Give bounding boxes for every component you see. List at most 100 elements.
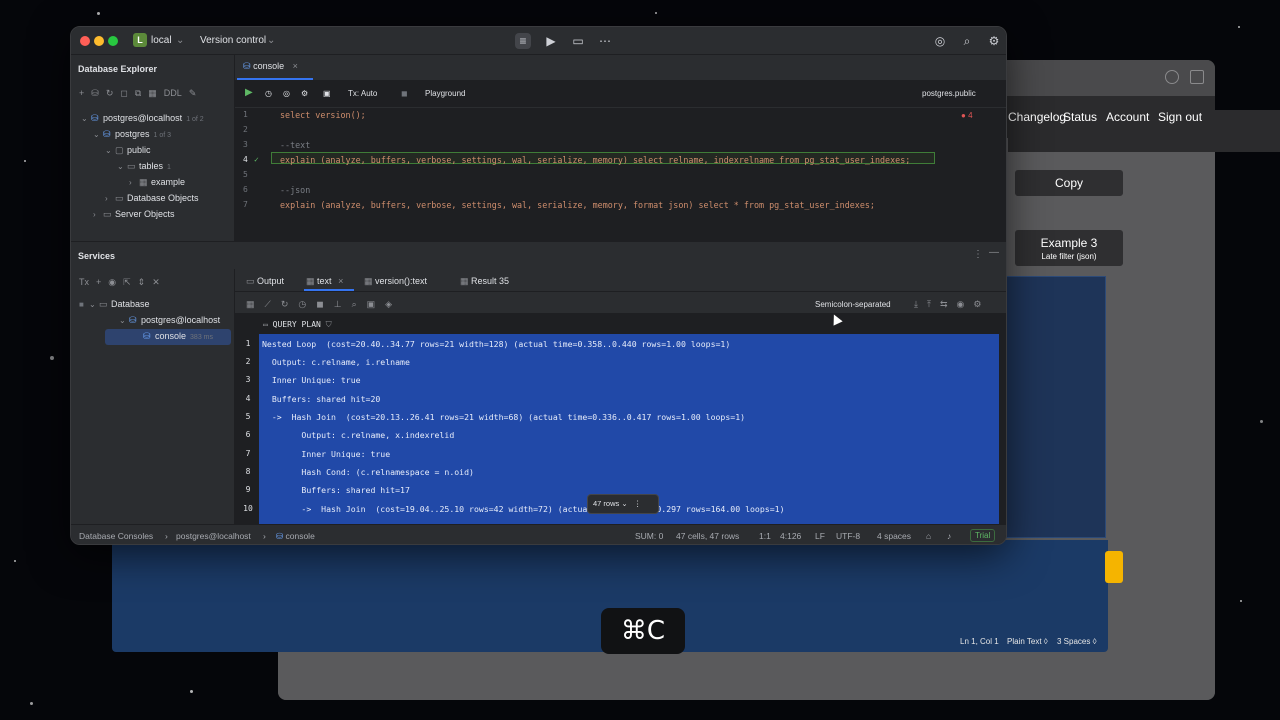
layout-icon[interactable]: ▣: [323, 89, 331, 98]
trial-badge[interactable]: Trial: [970, 529, 996, 542]
table-icon[interactable]: ▦: [148, 88, 157, 99]
lock-icon[interactable]: ⌂: [926, 531, 931, 541]
close-window-icon[interactable]: [80, 36, 90, 46]
breadcrumb-datasource[interactable]: postgres@localhost: [176, 531, 251, 541]
edit-icon[interactable]: ✎: [189, 88, 197, 99]
pin-icon[interactable]: ⊥: [334, 299, 342, 310]
tree-database[interactable]: ⌄ ⛁ postgres 1 of 3: [93, 129, 171, 140]
services-more-icon[interactable]: ⋮: [973, 249, 983, 260]
plan-row[interactable]: Buffers: shared hit=17: [262, 485, 409, 495]
code-line[interactable]: --text: [280, 140, 310, 150]
nav-account[interactable]: Account: [1106, 110, 1149, 124]
tree-server-objects[interactable]: › ▭ Server Objects: [93, 209, 175, 220]
plan-row[interactable]: Hash Cond: (c.relnamespace = n.oid): [262, 467, 474, 477]
datasource-icon[interactable]: ⛁: [91, 88, 99, 99]
refresh-icon[interactable]: ↻: [106, 88, 114, 99]
plan-row[interactable]: -> Hash Join (cost=19.04..25.10 rows=42 …: [262, 504, 784, 514]
settings-icon[interactable]: ⚙: [301, 89, 308, 98]
stop-icon[interactable]: ◻: [120, 88, 127, 99]
database-icon[interactable]: ≡: [515, 33, 531, 49]
status-line-ending[interactable]: LF: [815, 531, 825, 541]
plan-row[interactable]: Output: c.relname, i.relname: [262, 357, 410, 367]
nav-status[interactable]: Status: [1063, 110, 1097, 124]
stop-icon[interactable]: ◼: [316, 299, 323, 310]
example-3-button[interactable]: Example 3 Late filter (json): [1015, 230, 1123, 266]
gear-icon[interactable]: ⚙: [973, 299, 981, 310]
playground-select[interactable]: Playground: [425, 89, 465, 98]
tab-output[interactable]: ▭ Output: [246, 276, 284, 287]
plan-row[interactable]: Inner Unique: true: [262, 449, 390, 459]
add-icon[interactable]: +: [96, 277, 101, 288]
status-indent[interactable]: 4 spaces: [877, 531, 911, 541]
services-tree-datasource[interactable]: ⌄ ⛁ postgres@localhost: [119, 315, 220, 326]
expand-icon[interactable]: ⇕: [138, 277, 146, 288]
nav-sign-out[interactable]: Sign out: [1158, 110, 1202, 124]
folder-icon[interactable]: ▭: [570, 33, 586, 49]
tab-result-35[interactable]: ▦ Result 35: [460, 276, 509, 287]
history-icon[interactable]: ◷: [265, 89, 272, 98]
schema-selector[interactable]: postgres.public: [922, 89, 976, 98]
export-format-select[interactable]: Semicolon-separated: [815, 300, 891, 309]
ai-assistant-icon[interactable]: ◎: [932, 33, 948, 49]
editor-indent[interactable]: 3 Spaces ◊: [1057, 637, 1097, 646]
code-line[interactable]: --json: [280, 185, 310, 195]
breadcrumb-console[interactable]: ⛁ console: [276, 531, 315, 542]
execute-icon[interactable]: ▶: [245, 87, 253, 98]
copy-icon[interactable]: ⧉: [135, 88, 141, 99]
table-view-icon[interactable]: ▦: [246, 299, 255, 310]
rows-count-pill[interactable]: 47 rows ⌄ ⋮: [587, 494, 659, 514]
tree-schema[interactable]: ⌄ ▢ public: [105, 145, 151, 156]
close-tab-icon[interactable]: ×: [338, 276, 343, 286]
download-icon[interactable]: [1165, 70, 1179, 84]
tree-database-objects[interactable]: › ▭ Database Objects: [105, 193, 199, 204]
column-header-query-plan[interactable]: ▭ QUERY PLAN ⛉: [263, 320, 332, 330]
tab-console[interactable]: ⛁ console ×: [243, 61, 298, 72]
minimize-panel-icon[interactable]: —: [989, 247, 999, 258]
services-tree-database[interactable]: ■ ⌄ ▭ Database: [79, 299, 150, 310]
tab-version-text[interactable]: ▦ version():text: [364, 276, 427, 287]
tab-text[interactable]: ▦ text ×: [306, 276, 343, 287]
status-ratio[interactable]: 1:1: [759, 531, 771, 541]
plan-row[interactable]: Nested Loop (cost=20.40..34.77 rows=21 w…: [262, 339, 730, 349]
code-line[interactable]: select version();: [280, 110, 366, 120]
code-line[interactable]: explain (analyze, buffers, verbose, sett…: [280, 200, 875, 210]
download-icon[interactable]: ⤓: [914, 299, 918, 310]
minimize-window-icon[interactable]: [94, 36, 104, 46]
tree-table-example[interactable]: › ▦ example: [129, 177, 185, 188]
plan-row[interactable]: -> Hash Join (cost=20.13..26.41 rows=21 …: [262, 412, 745, 422]
tree-tables-folder[interactable]: ⌄ ▭ tables 1: [117, 161, 171, 172]
plan-row[interactable]: Buffers: shared hit=20: [262, 394, 380, 404]
problems-count[interactable]: ● 4: [961, 111, 973, 120]
stop-icon[interactable]: ◼: [401, 89, 408, 98]
ddl-button[interactable]: DDL: [164, 88, 182, 99]
tree-datasource[interactable]: ⌄ ⛁ postgres@localhost 1 of 2: [81, 113, 204, 124]
add-icon[interactable]: +: [79, 88, 84, 99]
zoom-window-icon[interactable]: [108, 36, 118, 46]
services-tree-console[interactable]: ⛁ console 383 ms: [105, 329, 231, 345]
compare-icon[interactable]: ⇆: [940, 299, 948, 310]
open-icon[interactable]: ⇱: [123, 277, 131, 288]
history-icon[interactable]: ◷: [298, 299, 306, 310]
status-encoding[interactable]: UTF-8: [836, 531, 860, 541]
project-selector[interactable]: local: [151, 35, 172, 46]
more-icon[interactable]: ⋯: [597, 33, 613, 49]
breadcrumb-consoles[interactable]: Database Consoles: [79, 531, 153, 541]
gear-icon[interactable]: ⚙: [986, 33, 1002, 49]
upload-icon[interactable]: ⤒: [927, 299, 931, 310]
chart-icon[interactable]: ⟋: [265, 299, 271, 310]
eye-icon[interactable]: ◉: [108, 277, 116, 288]
search-icon[interactable]: ⌕: [959, 33, 975, 49]
status-position[interactable]: 4:126: [780, 531, 801, 541]
tx-mode-select[interactable]: Tx: Auto: [348, 89, 377, 98]
tx-icon[interactable]: Tx: [79, 277, 89, 288]
layout-icon[interactable]: ▣: [367, 299, 376, 310]
code-line[interactable]: explain (analyze, buffers, verbose, sett…: [280, 155, 910, 165]
share-icon[interactable]: [1190, 70, 1204, 84]
bell-icon[interactable]: ♪: [947, 531, 951, 541]
refresh-icon[interactable]: ↻: [281, 299, 289, 310]
run-config-icon[interactable]: ▶: [543, 33, 559, 49]
close-tab-icon[interactable]: ×: [293, 61, 298, 71]
version-control-menu[interactable]: Version control: [200, 35, 266, 46]
copy-button[interactable]: Copy: [1015, 170, 1123, 196]
run-button[interactable]: [1105, 551, 1123, 583]
